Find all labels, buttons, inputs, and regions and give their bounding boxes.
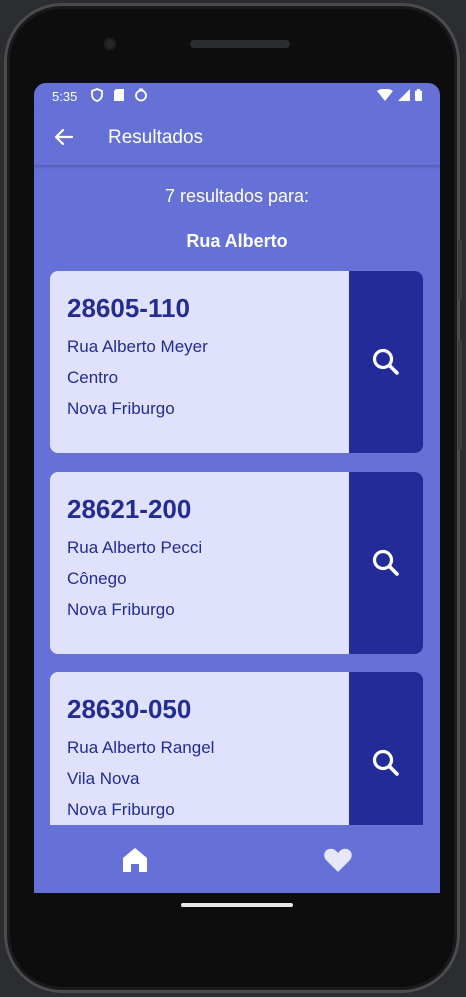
shield-icon <box>91 88 103 102</box>
card-district: Centro <box>67 368 119 387</box>
card-district: Vila Nova <box>67 769 140 788</box>
status-bar: 5:35 <box>34 83 440 109</box>
card-cep: 28630-050 <box>67 694 192 724</box>
battery-icon <box>415 89 422 101</box>
search-icon <box>372 348 399 375</box>
results-count-label: 7 resultados para: <box>164 186 310 206</box>
sd-card-icon <box>114 89 124 101</box>
search-icon <box>372 749 399 776</box>
status-notification-icons <box>90 88 148 102</box>
card-city: Nova Friburgo <box>67 600 175 619</box>
card-street: Rua Alberto Rangel <box>67 738 215 757</box>
card-district: Cônego <box>67 569 127 588</box>
wifi-icon <box>377 89 393 101</box>
earpiece-speaker <box>190 40 290 48</box>
heart-icon[interactable] <box>323 845 353 875</box>
card-cep: 28605-110 <box>67 293 190 323</box>
card-street: Rua Alberto Meyer <box>67 337 208 356</box>
sync-icon <box>135 88 147 102</box>
card-cep: 28621-200 <box>67 494 192 524</box>
front-camera <box>104 38 116 50</box>
bottom-navigation <box>34 825 440 893</box>
card-city: Nova Friburgo <box>67 800 175 819</box>
top-app-bar: Resultados <box>34 109 440 165</box>
status-system-icons <box>377 89 422 101</box>
volume-button <box>458 340 462 450</box>
power-button <box>458 240 462 300</box>
search-icon <box>372 549 399 576</box>
app-screen: 5:35 Resultados 7 resultados para: Rua A… <box>34 83 440 893</box>
search-button[interactable] <box>349 472 423 654</box>
result-card: 28605-110 Rua Alberto Meyer Centro Nova … <box>50 271 423 453</box>
signal-icon <box>398 89 410 101</box>
result-card: 28621-200 Rua Alberto Pecci Cônego Nova … <box>50 472 423 654</box>
gesture-navigation-bar[interactable] <box>181 903 293 907</box>
search-button[interactable] <box>349 271 423 453</box>
results-query: Rua Alberto <box>186 231 288 251</box>
page-title: Resultados <box>108 127 204 148</box>
arrow-left-icon[interactable] <box>52 125 76 149</box>
card-city: Nova Friburgo <box>67 399 175 418</box>
status-time: 5:35 <box>52 89 78 104</box>
home-icon[interactable] <box>120 845 150 875</box>
card-street: Rua Alberto Pecci <box>67 538 203 557</box>
